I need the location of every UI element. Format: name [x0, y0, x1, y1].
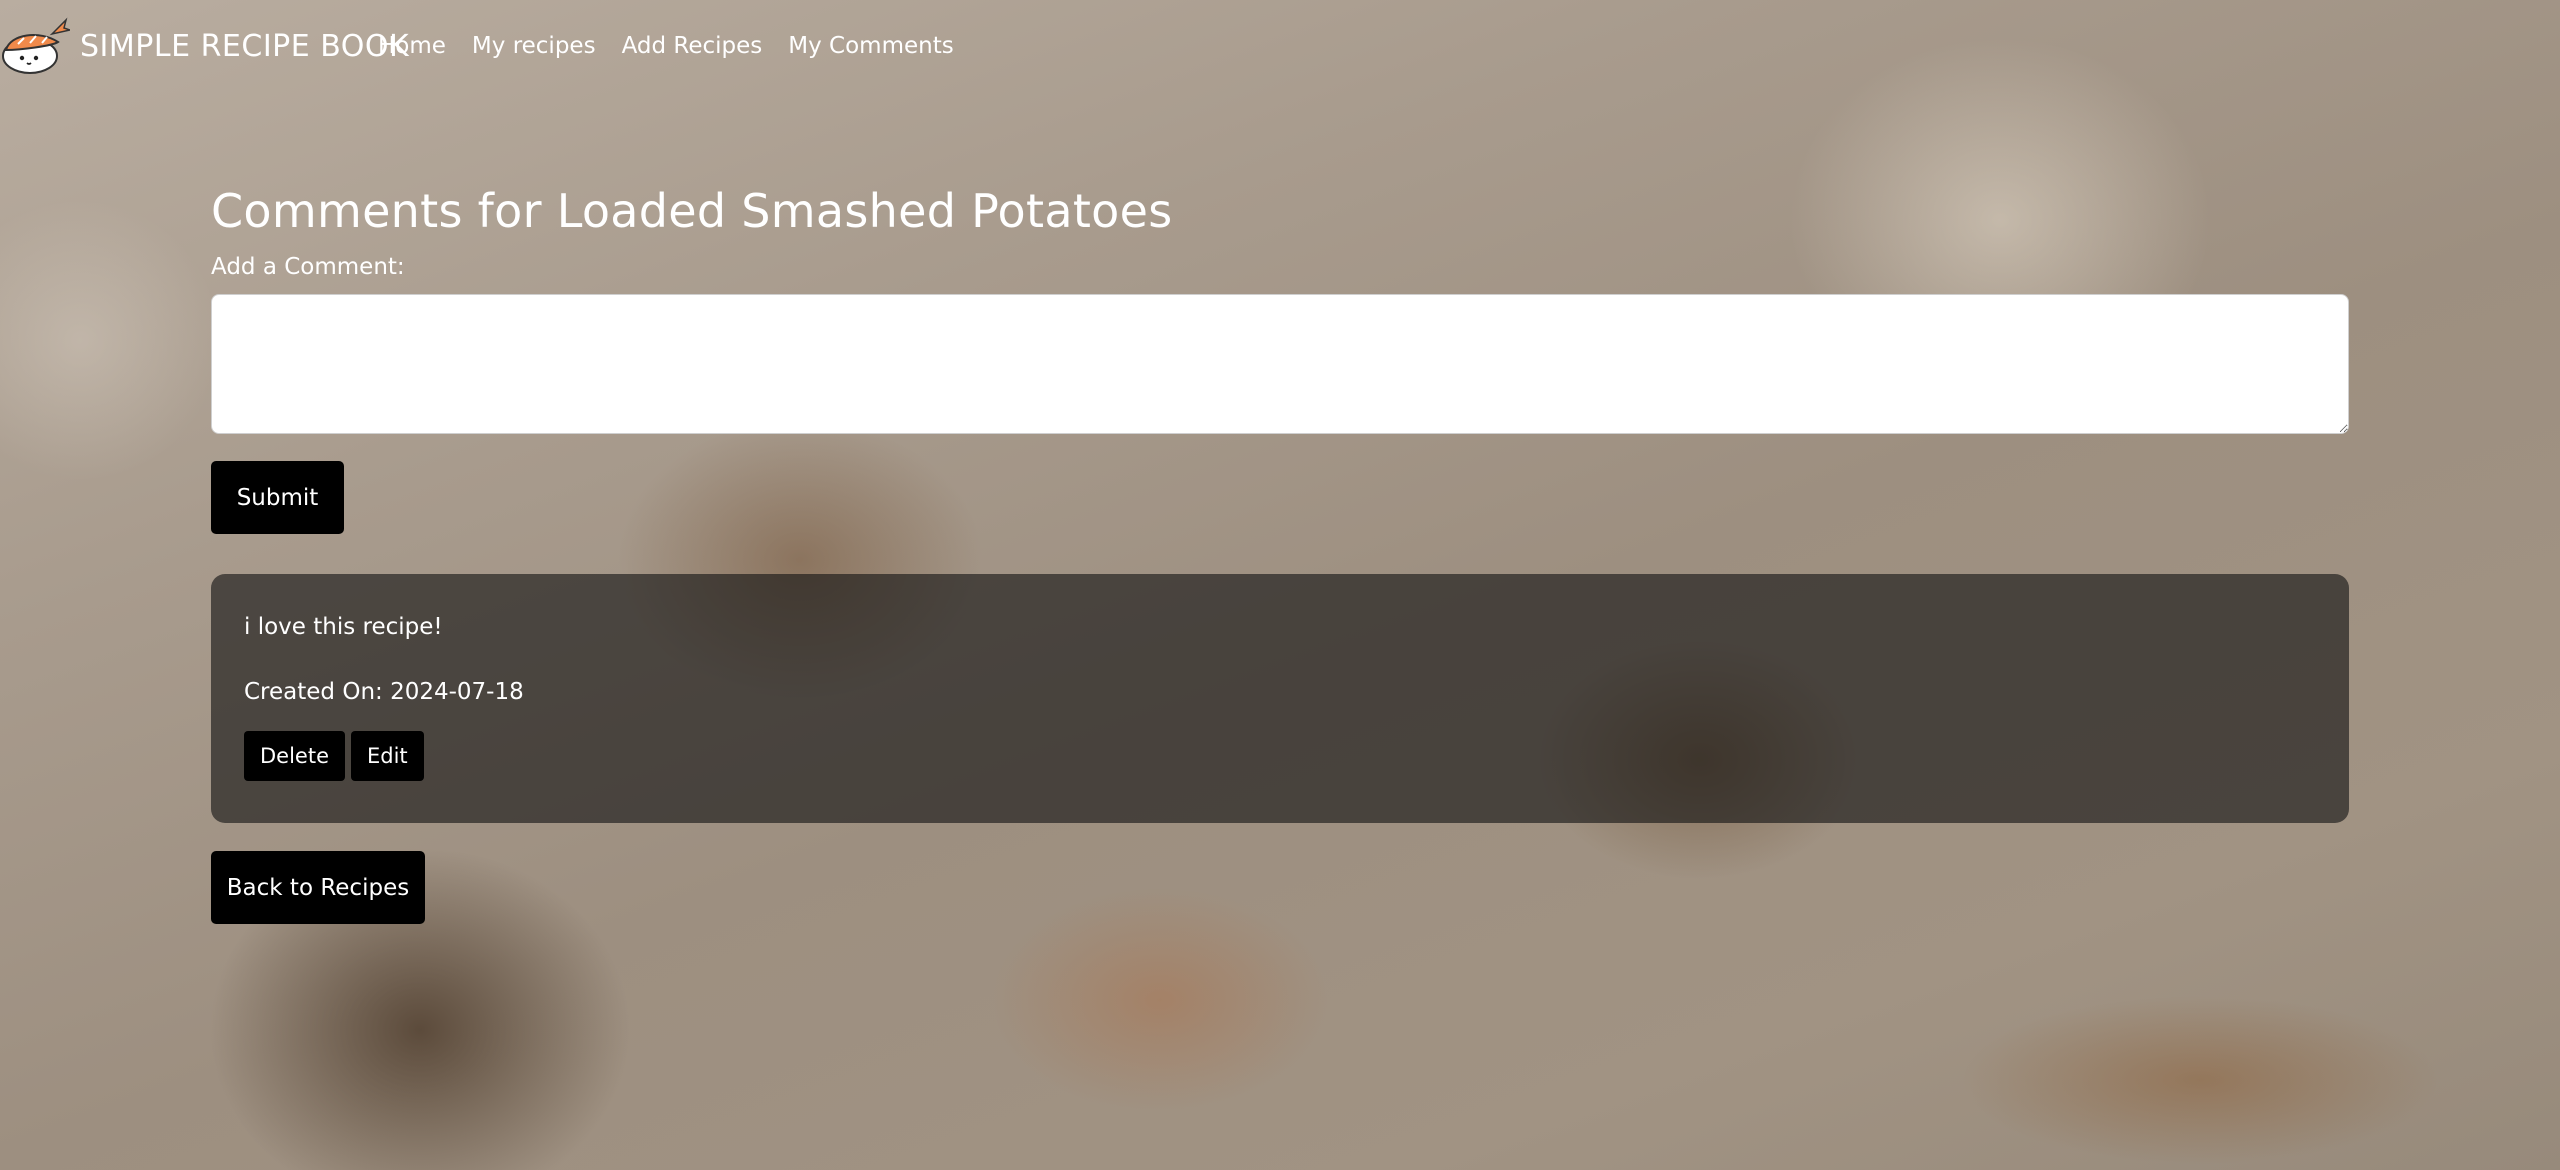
comment-actions: Delete Edit: [244, 731, 2316, 781]
add-comment-label: Add a Comment:: [211, 254, 405, 280]
nav-add-recipes[interactable]: Add Recipes: [622, 33, 763, 59]
submit-button[interactable]: Submit: [211, 461, 344, 534]
comment-created-date: Created On: 2024-07-18: [244, 679, 524, 705]
edit-comment-button[interactable]: Edit: [351, 731, 424, 781]
back-to-recipes-button[interactable]: Back to Recipes: [211, 851, 425, 924]
brand-link[interactable]: SIMPLE RECIPE BOOK: [0, 16, 409, 76]
page-title: Comments for Loaded Smashed Potatoes: [211, 184, 1173, 238]
nav-home[interactable]: Home: [378, 33, 446, 59]
top-navbar: SIMPLE RECIPE BOOK Home My recipes Add R…: [0, 0, 2560, 90]
sushi-icon: [0, 16, 73, 76]
main-nav: Home My recipes Add Recipes My Comments: [378, 33, 954, 59]
comments-page: Comments for Loaded Smashed Potatoes Add…: [211, 180, 2349, 924]
comment-text: i love this recipe!: [244, 614, 443, 640]
delete-comment-button[interactable]: Delete: [244, 731, 345, 781]
comment-card: i love this recipe! Created On: 2024-07-…: [211, 574, 2349, 823]
nav-my-recipes[interactable]: My recipes: [472, 33, 596, 59]
nav-my-comments[interactable]: My Comments: [788, 33, 953, 59]
brand-title: SIMPLE RECIPE BOOK: [80, 28, 410, 64]
comment-input[interactable]: [211, 294, 2349, 434]
